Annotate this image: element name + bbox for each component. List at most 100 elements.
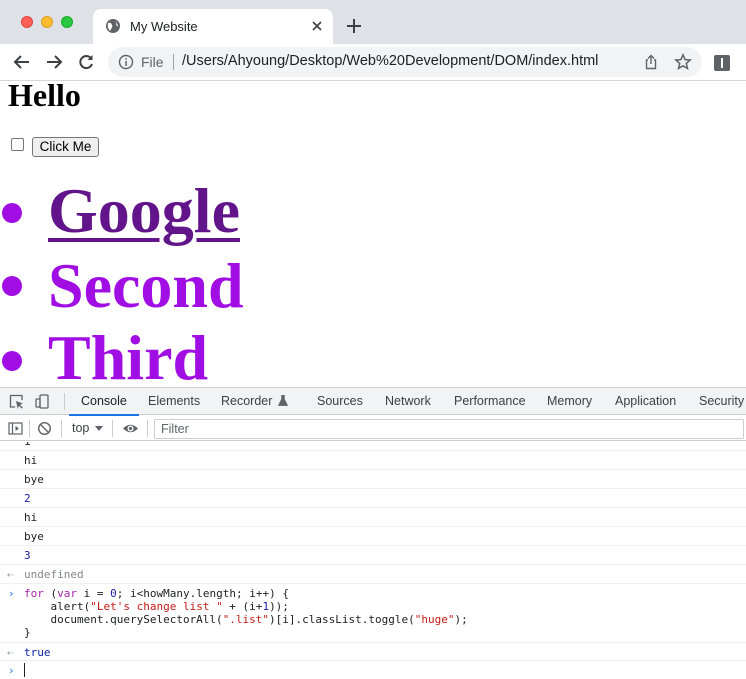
console-log-row: 2 <box>0 489 746 508</box>
console-result-row: ⇠ true <box>0 643 746 661</box>
back-arrow-icon[interactable] <box>13 53 31 71</box>
code-token: )[i].classList.toggle( <box>269 613 415 626</box>
toolbar-divider <box>29 420 30 437</box>
clear-console-icon[interactable] <box>37 421 52 436</box>
close-tab-icon[interactable] <box>309 18 325 34</box>
console-log-number: 3 <box>24 549 31 562</box>
console-log-row: hi <box>0 508 746 527</box>
tab-security[interactable]: Security <box>699 388 744 415</box>
tab-sources[interactable]: Sources <box>317 388 363 415</box>
code-token: 0 <box>110 587 117 600</box>
toolbar-divider <box>112 420 113 437</box>
browser-tab[interactable]: My Website <box>93 9 333 44</box>
console-code[interactable]: for (var i = 0; i<howMany.length; i++) {… <box>24 587 468 639</box>
console-log-text: hi <box>24 454 38 467</box>
minimize-window-button[interactable] <box>41 16 53 28</box>
text-cursor <box>24 663 25 677</box>
console-log-row: 3 <box>0 546 746 565</box>
toolbar-divider <box>61 420 62 437</box>
tab-elements[interactable]: Elements <box>148 388 200 415</box>
tab-performance[interactable]: Performance <box>454 388 526 415</box>
code-token: + (i+ <box>222 600 263 613</box>
result-arrow-icon: ⇠ <box>7 646 14 659</box>
code-token: for <box>24 587 44 600</box>
console-result-text: undefined <box>24 568 84 581</box>
close-window-button[interactable] <box>21 16 33 28</box>
tab-strip: My Website <box>0 0 746 44</box>
zoom-window-button[interactable] <box>61 16 73 28</box>
globe-icon <box>106 19 120 33</box>
sidebar-toggle-icon[interactable] <box>8 421 23 436</box>
filter-input[interactable] <box>154 419 744 439</box>
tab-console[interactable]: Console <box>69 388 139 416</box>
url-text[interactable]: /Users/Ahyoung/Desktop/Web%20Development… <box>182 53 598 69</box>
list-bullet <box>2 276 22 296</box>
code-token: )); <box>269 600 289 613</box>
chevron-down-icon[interactable] <box>95 426 103 431</box>
tab-recorder-label: Recorder <box>221 394 273 408</box>
console-output: 1 hi bye 2 hi bye 3 ⇠ undefined › for (v… <box>0 442 746 679</box>
inspect-element-icon[interactable] <box>9 394 24 409</box>
console-result-text: true <box>24 646 51 659</box>
list-bullet <box>2 203 22 223</box>
console-log-text: bye <box>24 473 44 486</box>
device-toolbar-icon[interactable] <box>35 394 50 409</box>
code-token: document.querySelectorAll( <box>24 613 223 626</box>
flask-icon <box>277 395 289 406</box>
address-bar[interactable]: File /Users/Ahyoung/Desktop/Web%20Develo… <box>108 47 702 77</box>
forward-arrow-icon[interactable] <box>45 53 63 71</box>
web-page: Hello Click Me Google Second Third <box>0 81 746 387</box>
code-token: "Let's change list " <box>90 600 223 613</box>
console-input-row: › for (var i = 0; i<howMany.length; i++)… <box>0 584 746 643</box>
devtools-panel: Console Elements Recorder Sources Networ… <box>0 387 746 679</box>
live-expression-eye-icon[interactable] <box>122 421 139 436</box>
console-log-row: hi <box>0 451 746 470</box>
code-token: ".list" <box>222 613 270 626</box>
extension-icon[interactable] <box>714 55 730 71</box>
click-me-button[interactable]: Click Me <box>32 137 99 157</box>
code-token: ( <box>43 587 58 600</box>
tab-network[interactable]: Network <box>385 388 431 415</box>
console-log-row: bye <box>0 527 746 546</box>
address-divider <box>173 54 174 70</box>
console-toolbar: top <box>0 416 746 441</box>
page-heading: Hello <box>8 81 81 113</box>
list-item-text: Third <box>48 322 209 388</box>
tab-application[interactable]: Application <box>615 388 676 415</box>
code-token: "huge" <box>414 613 455 626</box>
console-log-text: bye <box>24 530 44 543</box>
code-token: } <box>24 626 31 639</box>
reload-icon[interactable] <box>77 53 95 71</box>
checkbox[interactable] <box>11 138 24 151</box>
code-token: ); <box>454 613 468 626</box>
info-icon[interactable] <box>118 54 134 70</box>
code-token: var <box>57 587 77 600</box>
list-bullet <box>2 351 22 371</box>
console-log-row: bye <box>0 470 746 489</box>
browser-toolbar: File /Users/Ahyoung/Desktop/Web%20Develo… <box>0 44 746 81</box>
toolbar-divider <box>147 420 148 437</box>
tab-memory[interactable]: Memory <box>547 388 592 415</box>
prompt-chevron-icon: › <box>8 587 15 600</box>
tab-recorder[interactable]: Recorder <box>221 388 289 415</box>
result-arrow-icon: ⇠ <box>7 568 14 581</box>
context-selector[interactable]: top <box>72 421 89 435</box>
console-log-number: 2 <box>24 492 31 505</box>
prompt-chevron-icon: › <box>8 664 15 677</box>
toolbar-divider <box>64 393 65 410</box>
code-token: ; i<howMany.length; i++) { <box>116 587 289 600</box>
tab-title: My Website <box>130 19 198 34</box>
console-prompt-row[interactable]: › <box>0 661 746 679</box>
bookmark-star-icon[interactable] <box>674 53 692 71</box>
google-link[interactable]: Google <box>48 176 240 246</box>
console-result-row: ⇠ undefined <box>0 565 746 584</box>
new-tab-icon[interactable] <box>345 17 363 35</box>
console-log-row: 1 <box>0 442 746 451</box>
list-item-text: Second <box>48 250 244 321</box>
console-log-text: 1 <box>24 442 31 448</box>
url-scheme: File <box>141 54 164 70</box>
devtools-tab-bar: Console Elements Recorder Sources Networ… <box>0 388 746 416</box>
code-token: i = <box>77 587 111 600</box>
share-icon[interactable] <box>643 54 659 70</box>
console-log-text: hi <box>24 511 38 524</box>
